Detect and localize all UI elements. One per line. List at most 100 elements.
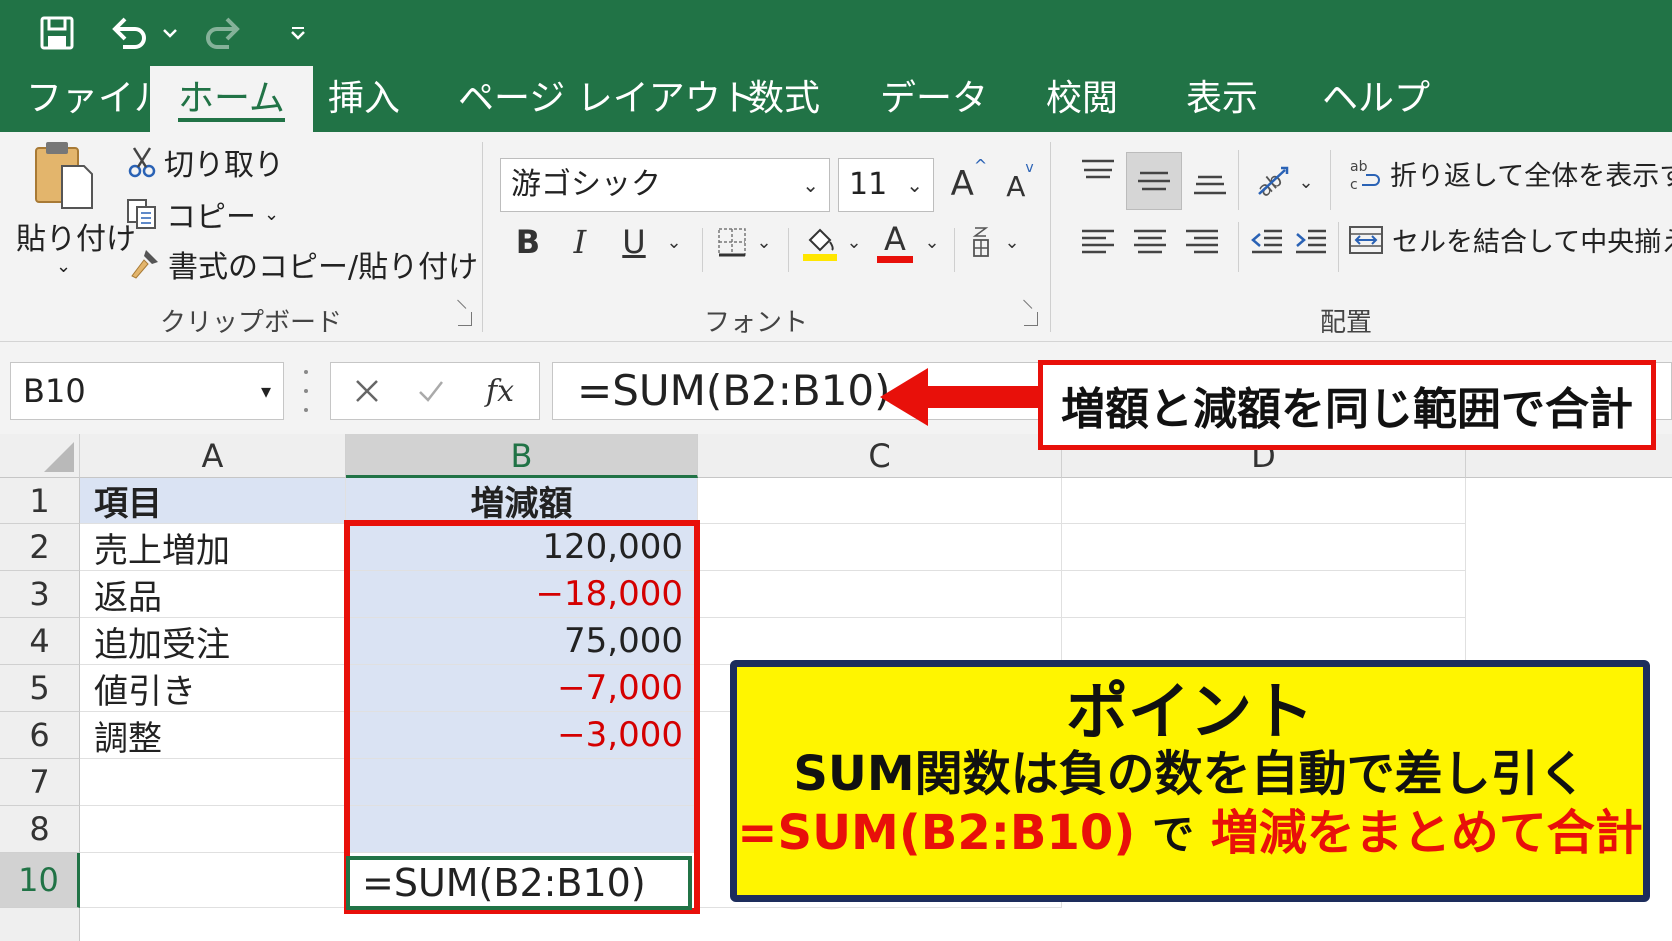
borders-icon[interactable] [714,222,750,262]
decrease-indent-icon[interactable] [1246,220,1288,264]
tab-home[interactable]: ホーム [150,66,313,132]
orientation-icon[interactable]: ab [1250,156,1294,206]
underline-dropdown-icon[interactable]: ⌄ [660,222,688,262]
cell-a7[interactable] [80,759,346,806]
cell-b4[interactable]: 75,000 [346,618,698,665]
borders-dropdown-icon[interactable]: ⌄ [752,222,776,262]
row-header-selected[interactable]: 10 [0,853,80,908]
cell-a8[interactable] [80,806,346,853]
shrink-font-button[interactable]: Av [1000,160,1040,212]
tab-data[interactable]: データ [880,66,988,132]
phonetic-icon[interactable] [966,220,996,264]
undo-dropdown-icon[interactable] [158,10,182,56]
align-top-icon[interactable] [1074,152,1122,192]
align-middle-icon[interactable] [1126,152,1182,210]
orientation-dropdown-icon[interactable]: ⌄ [1294,162,1318,202]
select-all-corner[interactable] [0,434,80,478]
font-size-combo[interactable]: 11 ⌄ [838,158,934,212]
name-box[interactable]: B10 ▾ [10,362,284,420]
format-painter-button[interactable]: 書式のコピー/貼り付け [128,242,478,286]
more-dots-icon[interactable] [300,370,312,412]
cell-a1[interactable]: 項目 [80,478,346,524]
tab-insert[interactable]: 挿入 [328,66,400,132]
phonetic-dropdown-icon[interactable]: ⌄ [1000,222,1024,262]
cell-b5[interactable]: −7,000 [346,665,698,712]
cut-button[interactable]: 切り取り [128,140,284,184]
row-header[interactable]: 8 [0,806,80,853]
row-header[interactable]: 1 [0,478,80,524]
tab-view[interactable]: 表示 [1186,66,1258,132]
cell-a2[interactable]: 売上増加 [80,524,346,571]
cell-a3[interactable]: 返品 [80,571,346,618]
paste-icon[interactable] [32,138,96,210]
row-header[interactable]: 4 [0,618,80,665]
fill-color-dropdown-icon[interactable]: ⌄ [842,222,866,262]
align-bottom-icon[interactable] [1186,162,1234,202]
enter-check-icon[interactable] [411,371,451,411]
clipboard-launcher-icon[interactable] [458,312,472,326]
cell-d1[interactable] [1062,478,1466,524]
customize-toolbar-icon[interactable] [286,10,310,56]
align-center-icon[interactable] [1126,220,1174,264]
align-left-icon[interactable] [1074,220,1122,264]
paste-button[interactable]: 貼り付け [16,214,136,258]
paste-dropdown-icon[interactable]: ⌄ [56,256,71,277]
tab-formulas[interactable]: 数式 [748,66,820,132]
undo-icon[interactable] [108,10,152,56]
row-header[interactable]: 6 [0,712,80,759]
row-header[interactable]: 3 [0,571,80,618]
column-header-a[interactable]: A [80,434,346,478]
cell-a10[interactable] [80,853,346,908]
row-header[interactable] [0,908,80,941]
cell-b3[interactable]: −18,000 [346,571,698,618]
redo-icon[interactable] [200,10,244,56]
cell-c3[interactable] [698,571,1062,618]
point-title: ポイント [1065,675,1314,748]
cell-d4[interactable] [1062,618,1466,665]
copy-button[interactable]: コピー ⌄ [126,192,279,236]
cell-c1[interactable] [698,478,1062,524]
chevron-down-icon: ⌄ [802,173,819,197]
cell-b1[interactable]: 増減額 [346,478,698,524]
column-header-b[interactable]: B [346,434,698,478]
underline-button[interactable]: U [616,214,652,270]
fill-color-button[interactable] [800,218,840,270]
cell-d3[interactable] [1062,571,1466,618]
copy-dropdown-icon[interactable]: ⌄ [264,204,279,225]
cell-d2[interactable] [1062,524,1466,571]
tab-page-layout[interactable]: ページ レイアウト [458,66,757,132]
divider [1338,222,1339,272]
row-header[interactable]: 2 [0,524,80,571]
active-cell-b10[interactable]: =SUM(B2:B10) [346,856,692,910]
merge-center-button[interactable]: セルを結合して中央揃え ⌄ [1348,220,1672,259]
tab-file[interactable]: ファイル [26,66,170,132]
italic-button[interactable]: I [562,214,598,270]
chevron-down-icon: ▾ [260,379,271,403]
save-icon[interactable] [34,10,80,56]
font-launcher-icon[interactable] [1024,312,1038,326]
cell-b6[interactable]: −3,000 [346,712,698,759]
cell-a6[interactable]: 調整 [80,712,346,759]
cell-b2[interactable]: 120,000 [346,524,698,571]
cell-b8[interactable] [346,806,698,853]
cell-b7[interactable] [346,759,698,806]
font-color-button[interactable]: A [874,214,916,270]
grow-font-button[interactable]: A ^ [946,156,992,212]
wrap-text-button[interactable]: ab c 折り返して全体を表示する [1348,154,1672,193]
cell-c2[interactable] [698,524,1062,571]
cell-c4[interactable] [698,618,1062,665]
row-header[interactable]: 5 [0,665,80,712]
tab-help[interactable]: ヘルプ [1322,66,1430,132]
cancel-icon[interactable] [347,371,387,411]
increase-indent-icon[interactable] [1290,220,1332,264]
font-color-dropdown-icon[interactable]: ⌄ [920,222,944,262]
cell-a4[interactable]: 追加受注 [80,618,346,665]
column-header-c[interactable]: C [698,434,1062,478]
align-right-icon[interactable] [1178,220,1226,264]
font-name-combo[interactable]: 游ゴシック ⌄ [500,158,830,212]
cell-a5[interactable]: 値引き [80,665,346,712]
tab-review[interactable]: 校閲 [1046,66,1118,132]
row-header[interactable]: 7 [0,759,80,806]
bold-button[interactable]: B [510,214,546,270]
insert-function-icon[interactable]: fx [477,369,523,413]
